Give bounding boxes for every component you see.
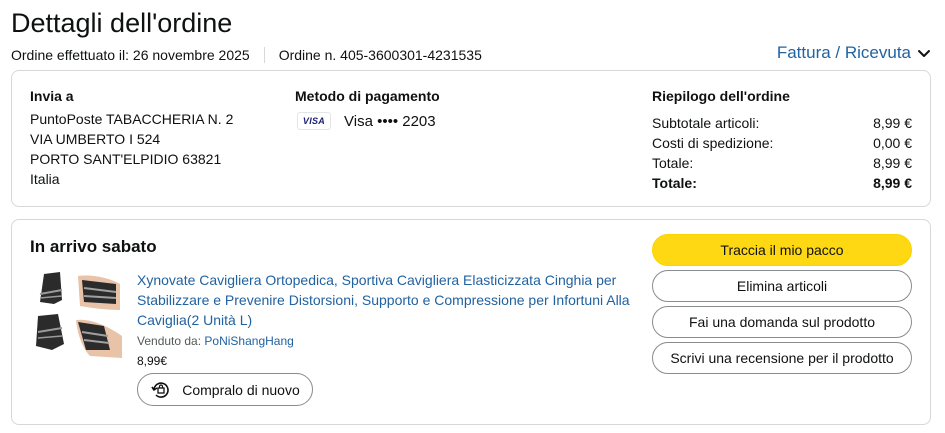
summary-row: Costi di spedizione: 0,00 € bbox=[652, 133, 912, 153]
address-line: VIA UMBERTO I 524 bbox=[30, 131, 161, 147]
summary-heading: Riepilogo dell'ordine bbox=[652, 88, 790, 104]
seller-link[interactable]: PoNiShangHang bbox=[204, 334, 293, 348]
summary-label: Subtotale articoli: bbox=[652, 115, 760, 131]
address-line: Italia bbox=[30, 171, 60, 187]
buy-again-label: Compralo di nuovo bbox=[182, 381, 300, 398]
summary-value: 8,99 € bbox=[873, 175, 912, 191]
sold-by: Venduto da: PoNiShangHang bbox=[137, 333, 294, 349]
summary-row: Totale: 8,99 € bbox=[652, 153, 912, 173]
write-review-button[interactable]: Scrivi una recensione per il prodotto bbox=[652, 342, 912, 374]
order-meta: Ordine effettuato il: 26 novembre 2025 O… bbox=[11, 46, 482, 64]
product-title-link[interactable]: Xynovate Cavigliera Ortopedica, Sportiva… bbox=[137, 270, 632, 330]
order-number: Ordine n. 405-3600301-4231535 bbox=[278, 47, 482, 63]
product-image[interactable] bbox=[30, 270, 122, 360]
chevron-down-icon bbox=[918, 50, 930, 57]
track-package-button[interactable]: Traccia il mio pacco bbox=[652, 234, 912, 266]
ask-question-button[interactable]: Fai una domanda sul prodotto bbox=[652, 306, 912, 338]
summary-label: Totale: bbox=[652, 175, 697, 191]
shipment-card: In arrivo sabato Xynovate Cavigliera Ort… bbox=[11, 219, 931, 425]
summary-row: Subtotale articoli: 8,99 € bbox=[652, 113, 912, 133]
address-line: PuntoPoste TABACCHERIA N. 2 bbox=[30, 111, 234, 127]
meta-divider bbox=[263, 47, 265, 63]
order-date: Ordine effettuato il: 26 novembre 2025 bbox=[11, 47, 250, 63]
invoice-dropdown[interactable]: Fattura / Ricevuta bbox=[777, 43, 931, 63]
payment-card: Visa •••• 2203 bbox=[344, 113, 436, 130]
summary-value: 8,99 € bbox=[873, 115, 912, 131]
sold-by-label: Venduto da: bbox=[137, 334, 202, 348]
order-info-card: Invia a PuntoPoste TABACCHERIA N. 2 VIA … bbox=[11, 70, 931, 207]
item-price: 8,99€ bbox=[137, 354, 168, 368]
delete-items-button[interactable]: Elimina articoli bbox=[652, 270, 912, 302]
invoice-link-label: Fattura / Ricevuta bbox=[776, 43, 911, 62]
summary-value: 8,99 € bbox=[873, 155, 912, 171]
summary-value: 0,00 € bbox=[873, 135, 912, 151]
page-title: Dettagli dell'ordine bbox=[11, 8, 233, 38]
summary-label: Costi di spedizione: bbox=[652, 135, 774, 151]
payment-heading: Metodo di pagamento bbox=[295, 88, 440, 104]
visa-card-icon: VISA bbox=[297, 112, 331, 130]
buy-again-icon bbox=[151, 381, 170, 398]
shipping-heading: Invia a bbox=[30, 88, 74, 104]
buy-again-button[interactable]: Compralo di nuovo bbox=[137, 373, 313, 406]
summary-label: Totale: bbox=[652, 155, 694, 171]
delivery-status: In arrivo sabato bbox=[30, 237, 157, 256]
address-line: PORTO SANT'ELPIDIO 63821 bbox=[30, 151, 222, 167]
summary-total-row: Totale: 8,99 € bbox=[652, 173, 912, 193]
